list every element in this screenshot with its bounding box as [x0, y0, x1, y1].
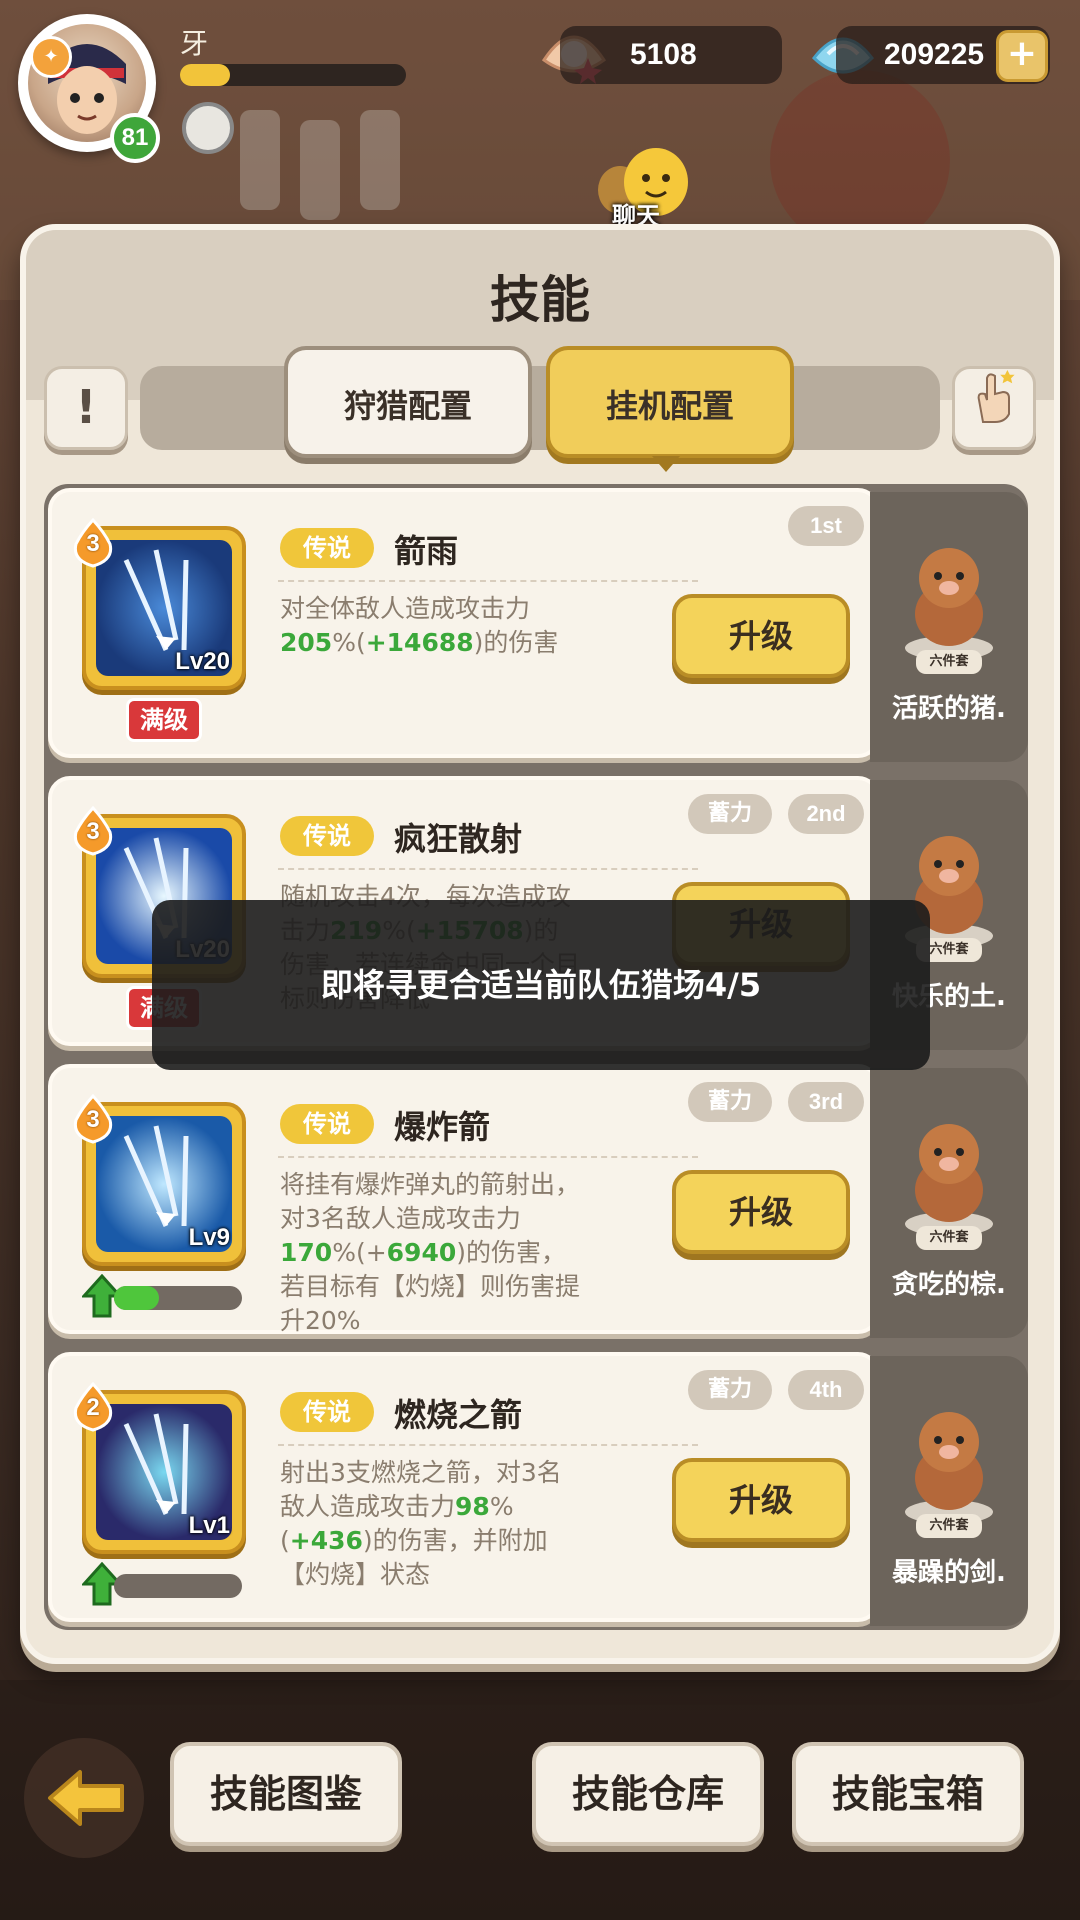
player-level: 81	[110, 113, 160, 163]
pet-set-label: 六件套	[916, 1514, 982, 1538]
pet-set-label: 六件套	[916, 650, 982, 674]
pet-name: 暴躁的剑.	[892, 1558, 1006, 1588]
tab-idle-config[interactable]: 挂机配置	[546, 346, 794, 458]
info-button[interactable]: !	[44, 366, 128, 450]
pointing-hand-button[interactable]	[952, 366, 1036, 450]
toast-message: 即将寻更合适当前队伍猎场4/5	[152, 900, 930, 1070]
page-title: 技能	[490, 271, 590, 329]
upgrade-button[interactable]: 升级	[672, 1458, 850, 1542]
pet-name: 活跃的猪.	[892, 694, 1006, 724]
skill-description: 射出3支燃烧之箭，对3名敌人造成攻击力98%(+436)的伤害，并附加【灼烧】状…	[280, 1458, 562, 1589]
rarity-badge: 传说	[280, 1104, 374, 1144]
pearl-count: 5108	[560, 26, 782, 84]
skill-description: 将挂有爆炸弹丸的箭射出，对3名敌人造成攻击力170%(+6940)的伤害，若目标…	[280, 1170, 581, 1335]
skill-row[interactable]: Lv20 3 满级 传说 箭雨 1st 对全体敌人造成攻击力205%(+1468…	[48, 488, 880, 758]
tab-active-indicator	[652, 456, 680, 472]
skill-icon-level: Lv1	[188, 1512, 230, 1539]
upgrade-button[interactable]: 升级	[672, 594, 850, 678]
skill-icon-level: Lv9	[188, 1224, 230, 1251]
slot-order-tag: 3rd	[788, 1082, 864, 1122]
charge-tag: 蓄力	[688, 1082, 772, 1122]
pet-slot[interactable]: 六件套 活跃的猪.	[870, 492, 1028, 762]
companion-icon[interactable]	[182, 102, 234, 154]
star-level: 3	[86, 530, 100, 557]
player-name: 牙	[180, 27, 209, 60]
divider	[278, 580, 698, 582]
star-level: 3	[86, 818, 100, 845]
skill-chest-button[interactable]: 技能宝箱	[792, 1742, 1024, 1846]
exp-fill	[180, 64, 230, 86]
charge-tag: 蓄力	[688, 794, 772, 834]
divider	[278, 1444, 698, 1446]
exp-bar	[180, 64, 406, 86]
pet-slot[interactable]: 六件套 暴躁的剑.	[870, 1356, 1028, 1626]
slot-order-tag: 1st	[788, 506, 864, 546]
charge-tag: 蓄力	[688, 1370, 772, 1410]
max-level-badge: 满级	[126, 698, 202, 742]
hand-icon	[977, 370, 1015, 423]
skill-storage-button[interactable]: 技能仓库	[532, 1742, 764, 1846]
skill-row[interactable]: Lv9 3 传说 爆炸箭 蓄力 3rd 将挂有爆炸弹丸的箭射出，对3名敌人造成攻…	[48, 1064, 880, 1335]
pet-figure-icon	[905, 1412, 993, 1524]
skill-icon-level: Lv20	[175, 648, 230, 675]
pet-figure-icon	[905, 1124, 993, 1236]
rarity-badge: 传说	[280, 816, 374, 856]
pet-name: 贪吃的棕.	[892, 1270, 1006, 1300]
skill-name: 疯狂散射	[394, 820, 523, 858]
skill-name: 爆炸箭	[394, 1108, 491, 1146]
pet-slot[interactable]: 六件套 贪吃的棕.	[870, 1068, 1028, 1338]
skill-description: 对全体敌人造成攻击力205%(+14688)的伤害	[280, 594, 559, 657]
divider	[278, 868, 698, 870]
star-level: 2	[86, 1394, 100, 1421]
skill-name: 燃烧之箭	[394, 1396, 523, 1434]
pet-figure-icon	[905, 548, 993, 660]
tab-hunt-config[interactable]: 狩猎配置	[284, 346, 532, 458]
back-button[interactable]	[24, 1738, 144, 1858]
skill-row[interactable]: Lv1 2 传说 燃烧之箭 蓄力 4th 射出3支燃烧之箭，对3名敌人造成攻击力…	[48, 1352, 880, 1622]
pet-set-label: 六件套	[916, 1226, 982, 1250]
skill-progress-bar	[114, 1286, 242, 1310]
star-level: 3	[86, 1106, 100, 1133]
back-arrow-icon	[48, 1770, 124, 1826]
skill-progress-bar	[114, 1574, 242, 1598]
divider	[278, 1156, 698, 1158]
rarity-badge: 传说	[280, 528, 374, 568]
slot-order-tag: 2nd	[788, 794, 864, 834]
skill-progress-fill	[114, 1286, 159, 1310]
rarity-badge: 传说	[280, 1392, 374, 1432]
upgrade-button[interactable]: 升级	[672, 1170, 850, 1254]
skill-atlas-button[interactable]: 技能图鉴	[170, 1742, 402, 1846]
add-gems-button[interactable]: +	[996, 30, 1048, 82]
slot-order-tag: 4th	[788, 1370, 864, 1410]
tab-track	[140, 366, 940, 450]
skill-name: 箭雨	[394, 532, 459, 570]
rank-icon: ✦	[30, 36, 72, 78]
